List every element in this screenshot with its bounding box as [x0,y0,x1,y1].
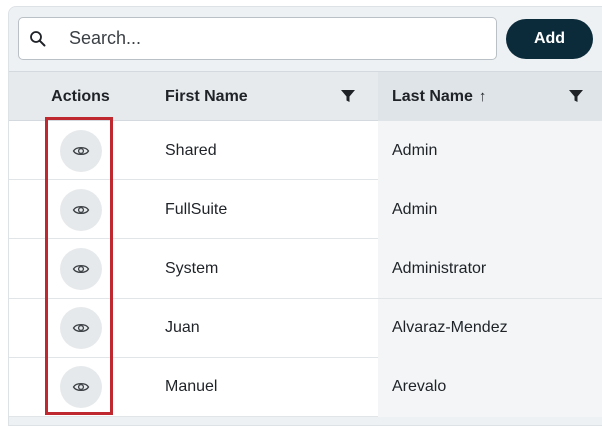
table-row: Juan Alvaraz-Mendez [9,298,602,358]
first-name-text: FullSuite [165,200,228,218]
eye-icon [72,383,89,392]
filter-icon[interactable] [568,88,584,104]
add-button[interactable]: Add [506,19,593,59]
last-name-text: Admin [392,200,438,218]
filter-icon[interactable] [340,88,356,104]
search-box[interactable] [18,17,497,60]
data-grid-panel: Add Actions First Name Last Name ↑ [8,6,602,426]
cell-actions [9,299,152,358]
table-row: Manuel Arevalo [9,357,602,417]
view-button[interactable] [59,366,102,409]
search-input[interactable] [69,18,489,59]
cell-first-name: Shared [152,121,378,180]
first-name-text: Juan [165,319,200,337]
column-header-label: Actions [51,87,110,105]
cell-last-name: Admin [378,121,602,180]
table-body: Shared Admin FullSuite Admin System Admi… [9,121,602,417]
cell-actions [9,358,152,417]
cell-last-name: Admin [378,180,602,240]
sort-ascending-icon: ↑ [478,88,487,105]
eye-icon [72,146,89,155]
cell-first-name: Juan [152,299,378,358]
cell-last-name: Alvaraz-Mendez [378,298,602,358]
last-name-text: Arevalo [392,378,447,396]
eye-icon [72,324,89,333]
cell-last-name: Arevalo [378,357,602,417]
column-header-actions: Actions [9,72,152,121]
first-name-text: System [165,259,219,277]
search-icon [30,31,46,47]
table-row: System Administrator [9,239,602,299]
column-header-label: First Name [165,87,248,105]
toolbar: Add [9,7,602,71]
cell-last-name: Administrator [378,239,602,299]
table-row: Shared Admin [9,121,602,181]
cell-first-name: FullSuite [152,180,378,239]
cell-first-name: System [152,239,378,298]
column-header-first-name[interactable]: First Name [152,72,378,121]
column-header-last-name[interactable]: Last Name ↑ [378,72,602,121]
eye-icon [72,205,89,214]
cell-actions [9,121,152,180]
last-name-text: Alvaraz-Mendez [392,319,508,337]
eye-icon [72,264,89,273]
cell-actions [9,180,152,239]
first-name-text: Manuel [165,378,218,396]
view-button[interactable] [59,247,102,290]
view-button[interactable] [59,307,102,350]
table-header-row: Actions First Name Last Name ↑ [9,71,602,121]
users-table: Actions First Name Last Name ↑ Shared Ad… [9,71,602,417]
column-header-label: Last Name [392,87,473,105]
view-button[interactable] [59,188,102,231]
table-row: FullSuite Admin [9,180,602,240]
cell-first-name: Manuel [152,358,378,417]
cell-actions [9,239,152,298]
first-name-text: Shared [165,141,217,159]
last-name-text: Admin [392,141,438,159]
last-name-text: Administrator [392,259,487,277]
view-button[interactable] [59,129,102,172]
